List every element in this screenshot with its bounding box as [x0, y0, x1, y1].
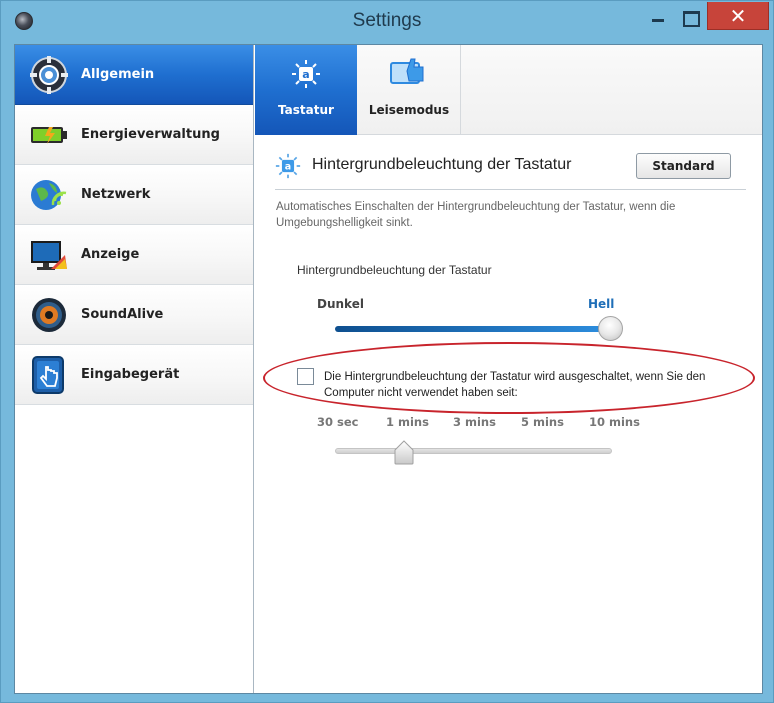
- brightness-max-label: Hell: [588, 297, 615, 311]
- main-panel: a Tastatur Leisemodus a Hintergrundbeleu…: [255, 45, 762, 693]
- timeout-slider-track[interactable]: [335, 448, 612, 454]
- tab-tastatur[interactable]: a Tastatur: [255, 45, 357, 135]
- sidebar-item-label: Anzeige: [81, 247, 140, 262]
- sidebar-item-allgemein[interactable]: Allgemein: [15, 45, 253, 105]
- brightness-slider-title: Hintergrundbeleuchtung der Tastatur: [297, 263, 492, 277]
- timeout-checkbox-label: Die Hintergrundbeleuchtung der Tastatur …: [324, 371, 706, 399]
- keyboard-backlight-icon: a: [292, 60, 320, 88]
- timeout-slider-thumb[interactable]: [393, 440, 415, 465]
- svg-text:a: a: [285, 161, 291, 172]
- brightness-slider-thumb[interactable]: [598, 316, 623, 341]
- timeout-checkbox[interactable]: [297, 368, 314, 385]
- tick-label: 3 mins: [453, 415, 496, 429]
- silent-mode-icon: [390, 58, 424, 84]
- sidebar-item-label: Energieverwaltung: [81, 127, 220, 142]
- client-area: Allgemein Energieverwaltung Netzwerk Anz…: [14, 44, 763, 694]
- monitor-icon: [31, 241, 67, 270]
- tab-divider: [460, 45, 461, 135]
- speaker-icon: [32, 298, 66, 332]
- sidebar-item-eingabegeraet[interactable]: Eingabegerät: [15, 345, 253, 405]
- tick-label: 10 mins: [589, 415, 640, 429]
- sidebar-item-energieverwaltung[interactable]: Energieverwaltung: [15, 105, 253, 165]
- sidebar: Allgemein Energieverwaltung Netzwerk Anz…: [15, 45, 254, 693]
- sidebar-item-soundalive[interactable]: SoundAlive: [15, 285, 253, 345]
- tick-label: 1 mins: [386, 415, 429, 429]
- maximize-button[interactable]: [675, 2, 703, 30]
- divider: [275, 189, 746, 190]
- gear-speaker-icon: [30, 56, 68, 94]
- close-button[interactable]: ✕: [707, 2, 769, 30]
- section-title: Hintergrundbeleuchtung der Tastatur: [312, 156, 572, 173]
- touch-hand-icon: [32, 356, 64, 394]
- title-bar: Settings ✕: [1, 1, 773, 39]
- minimize-button[interactable]: [644, 2, 672, 30]
- section-description: Automatisches Einschalten der Hintergrun…: [276, 201, 676, 229]
- sidebar-item-label: Eingabegerät: [81, 367, 180, 382]
- sidebar-item-netzwerk[interactable]: Netzwerk: [15, 165, 253, 225]
- tab-leisemodus[interactable]: Leisemodus: [358, 45, 460, 135]
- sidebar-item-anzeige[interactable]: Anzeige: [15, 225, 253, 285]
- tab-strip: a Tastatur Leisemodus: [255, 45, 762, 135]
- sidebar-item-label: SoundAlive: [81, 307, 164, 322]
- brightness-min-label: Dunkel: [317, 297, 364, 311]
- svg-text:a: a: [302, 68, 309, 81]
- tick-label: 5 mins: [521, 415, 564, 429]
- standard-button[interactable]: Standard: [636, 153, 731, 179]
- close-icon: ✕: [729, 4, 747, 28]
- tick-label: 30 sec: [317, 415, 359, 429]
- brightness-slider-track[interactable]: [335, 326, 615, 332]
- sidebar-item-label: Allgemein: [81, 67, 155, 82]
- globe-wifi-icon: [31, 180, 67, 210]
- tab-label: Tastatur: [278, 103, 334, 117]
- settings-window: Settings ✕ Allgemein Energieverwaltung N…: [0, 0, 774, 703]
- keyboard-backlight-icon: a: [275, 153, 301, 179]
- battery-icon: [31, 127, 67, 144]
- tab-label: Leisemodus: [368, 103, 450, 117]
- sidebar-item-label: Netzwerk: [81, 187, 151, 202]
- timeout-tick-labels: 30 sec 1 mins 3 mins 5 mins 10 mins: [255, 415, 762, 431]
